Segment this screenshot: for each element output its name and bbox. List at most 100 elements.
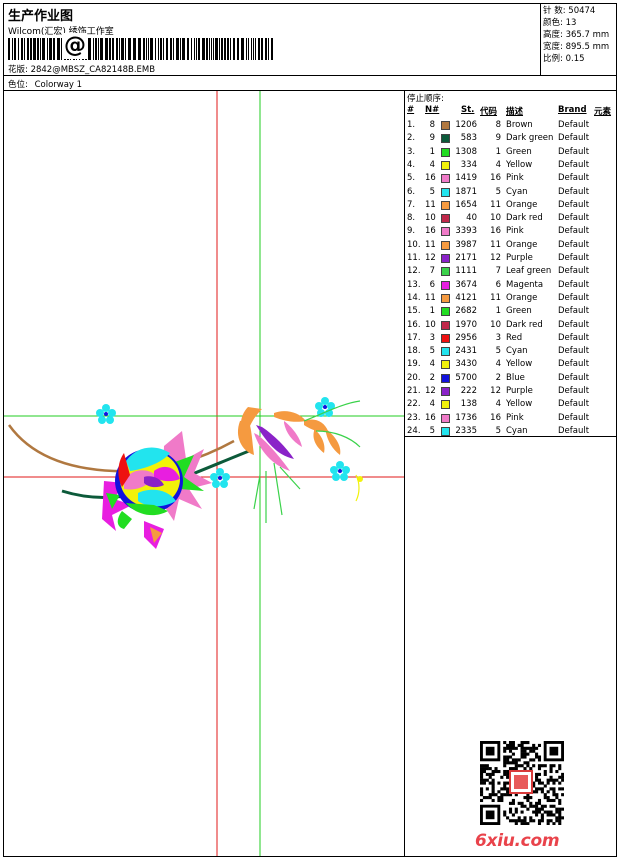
header-info: 生产作业图 Wilcom(汇宏) 绣饰工作室 @ 花版: 2842@MBSZ_C… <box>4 4 541 76</box>
stat-width: 宽度: 895.5 mm <box>543 41 616 53</box>
row-seq: 22. <box>407 399 421 410</box>
stop-row: 19. 4 3430 4 Yellow Default <box>405 358 616 371</box>
stop-row: 16. 10 1970 10 Dark red Default <box>405 319 616 332</box>
color-swatch <box>441 254 450 263</box>
row-code: 2 <box>495 372 501 383</box>
row-needle: 5 <box>429 186 435 197</box>
row-stitches: 2682 <box>455 306 477 317</box>
row-desc: Yellow <box>506 159 533 170</box>
row-desc: Orange <box>506 239 538 250</box>
row-brand: Default <box>558 386 590 396</box>
col-stitches-header: St. <box>461 105 475 115</box>
row-brand: Default <box>558 213 590 224</box>
color-swatch <box>441 147 450 157</box>
row-code: 5 <box>495 425 501 436</box>
design-canvas[interactable] <box>4 91 405 856</box>
row-desc: Dark red <box>506 213 543 224</box>
row-seq: 9. <box>407 226 416 237</box>
row-desc: Orange <box>506 292 538 303</box>
row-code: 10 <box>490 213 501 224</box>
row-brand: Default <box>558 173 590 184</box>
stop-row: 9. 16 3393 16 Pink Default <box>405 225 616 238</box>
stop-row: 14. 11 4121 11 Orange Default <box>405 292 616 305</box>
row-seq: 2. <box>407 133 416 144</box>
row-desc: Dark green <box>506 133 554 144</box>
stop-row: 13. 6 3674 6 Magenta Default <box>405 279 616 292</box>
row-stitches: 1654 <box>455 199 477 210</box>
col-desc-header: 描述 <box>506 107 524 117</box>
row-brand: Default <box>558 226 590 237</box>
stop-row: 10. 11 3987 11 Orange Default <box>405 239 616 252</box>
row-stitches: 40 <box>466 213 477 224</box>
row-brand: Default <box>558 372 590 383</box>
row-stitches: 334 <box>460 159 477 170</box>
design-file: 花版: 2842@MBSZ_CA82148B.EMB <box>8 63 155 75</box>
row-brand: Default <box>558 359 590 370</box>
row-desc: Leaf green <box>506 266 552 277</box>
row-seq: 23. <box>407 412 421 423</box>
row-code: 5 <box>495 186 501 197</box>
stat-label: 高度: <box>543 30 563 40</box>
row-stitches: 5700 <box>455 372 477 383</box>
row-needle: 6 <box>429 279 435 290</box>
row-brand: Default <box>558 412 590 423</box>
row-brand: Default <box>558 399 590 410</box>
color-swatch <box>441 373 450 383</box>
row-code: 11 <box>490 239 501 250</box>
color-swatch <box>441 227 450 237</box>
design-file-label: 花版: <box>8 65 28 75</box>
row-seq: 14. <box>407 292 421 303</box>
stat-label: 比例: <box>543 54 563 64</box>
color-swatch <box>441 240 450 250</box>
stat-label: 宽度: <box>543 42 563 52</box>
row-desc: Cyan <box>506 346 528 357</box>
row-seq: 17. <box>407 332 421 343</box>
stop-row: 15. 1 2682 1 Green Default <box>405 305 616 318</box>
color-swatch <box>441 200 450 210</box>
row-code: 3 <box>495 332 501 343</box>
embroidery-design <box>4 91 404 856</box>
color-swatch <box>441 320 450 330</box>
row-stitches: 1308 <box>455 146 477 157</box>
row-desc: Pink <box>506 226 524 237</box>
row-seq: 19. <box>407 359 421 370</box>
row-seq: 6. <box>407 186 416 197</box>
stop-row: 24. 5 2335 5 Cyan Default <box>405 425 616 438</box>
row-needle: 16 <box>425 412 436 423</box>
row-needle: 10 <box>425 213 436 224</box>
row-brand: Default <box>558 133 590 144</box>
stop-sequence-panel: 停止顺序: # N# St. 代码 描述 Brand 元素 1. 8 1206 8 Br… <box>405 91 616 437</box>
stop-row: 3. 1 1308 1 Green Default <box>405 146 616 159</box>
row-needle: 10 <box>425 319 436 330</box>
stop-row: 5. 16 1419 16 Pink Default <box>405 172 616 185</box>
row-stitches: 138 <box>460 399 477 410</box>
row-brand: Default <box>558 120 590 130</box>
row-desc: Dark red <box>506 319 543 330</box>
cyan-flower-4 <box>330 461 350 481</box>
page-title: 生产作业图 <box>8 9 74 24</box>
stat-value: 0.15 <box>565 54 585 64</box>
row-code: 7 <box>495 266 501 277</box>
colorway-row: 色位: Colorway 1 <box>4 76 616 91</box>
color-swatch <box>441 426 450 436</box>
row-seq: 4. <box>407 159 416 170</box>
row-brand: Default <box>558 253 590 263</box>
stat-label: 针 数: <box>543 6 566 16</box>
row-brand: Default <box>558 266 590 277</box>
row-desc: Yellow <box>506 359 533 370</box>
cyan-flower-2 <box>210 468 230 488</box>
col-brand-header: Brand <box>558 105 587 115</box>
row-code: 11 <box>490 199 501 210</box>
color-swatch <box>441 134 450 144</box>
row-seq: 13. <box>407 279 421 290</box>
row-seq: 10. <box>407 239 421 250</box>
row-needle: 1 <box>429 146 435 157</box>
row-brand: Default <box>558 306 590 317</box>
row-needle: 12 <box>425 386 436 396</box>
stop-row: 7. 11 1654 11 Orange Default <box>405 199 616 212</box>
row-needle: 16 <box>425 173 436 184</box>
row-needle: 4 <box>429 399 435 410</box>
row-stitches: 2431 <box>455 346 477 357</box>
color-swatch <box>441 121 450 130</box>
row-stitches: 4121 <box>455 292 477 303</box>
